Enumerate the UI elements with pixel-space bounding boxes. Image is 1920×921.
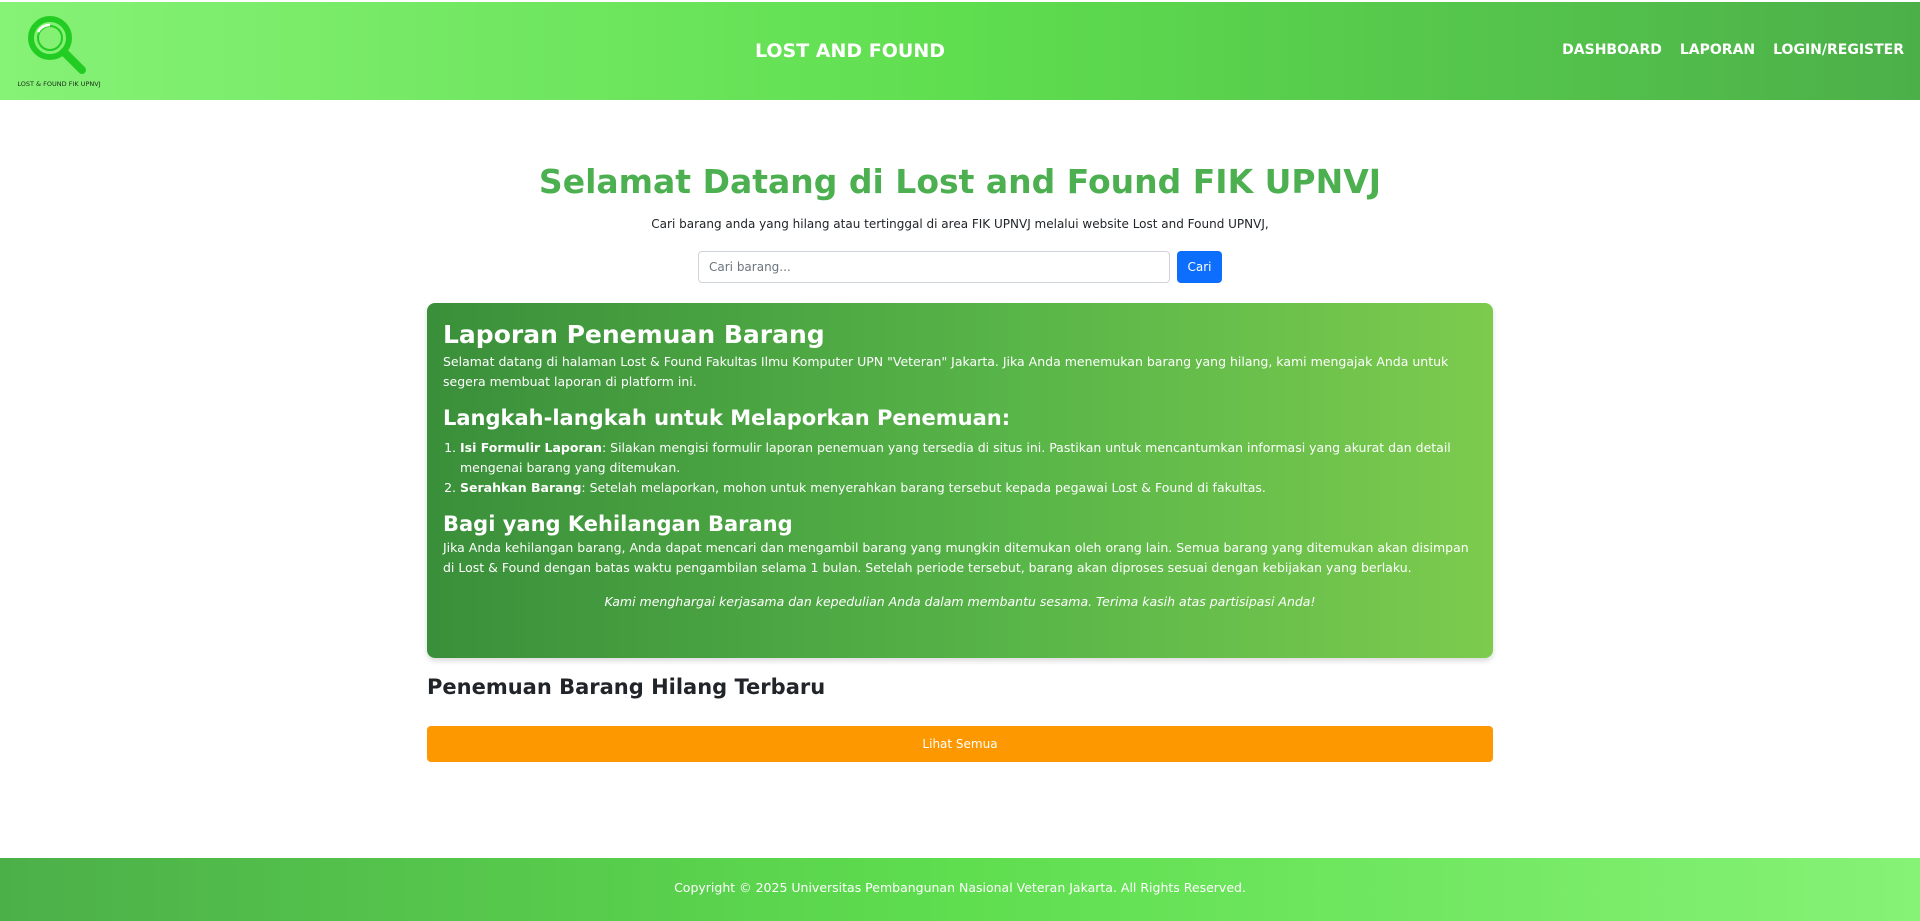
brand-title: LOST AND FOUND xyxy=(754,40,946,62)
thanks-text: Kami menghargai kerjasama dan kepedulian… xyxy=(604,594,1316,610)
lost-text: Jika Anda kehilangan barang, Anda dapat … xyxy=(443,540,1469,576)
step-label: Isi Formulir Laporan xyxy=(460,439,602,455)
nav-laporan-link[interactable]: LAPORAN xyxy=(1680,42,1755,58)
hero: Selamat Datang di Lost and Found FIK UPN… xyxy=(0,162,1920,231)
footer: Copyright © 2025 Universitas Pembangunan… xyxy=(0,858,1920,921)
search-input[interactable] xyxy=(698,251,1170,283)
nav-login-register-link[interactable]: LOGIN/REGISTER xyxy=(1773,42,1904,58)
info-title: Laporan Penemuan Barang xyxy=(443,320,825,349)
info-card: Laporan Penemuan Barang Selamat datang d… xyxy=(427,303,1493,658)
step-text: : Silakan mengisi formulir laporan penem… xyxy=(460,439,1451,475)
navbar: LOST & FOUND FIK UPNVJ LOST AND FOUND DA… xyxy=(0,2,1920,100)
copyright-text: Copyright © 2025 Universitas Pembangunan… xyxy=(674,880,1246,895)
steps-title: Langkah-langkah untuk Melaporkan Penemua… xyxy=(443,405,1011,430)
logo-text: LOST & FOUND FIK UPNVJ xyxy=(17,80,101,88)
step-item: Serahkan Barang: Setelah melaporkan, moh… xyxy=(460,478,1477,498)
step-label: Serahkan Barang xyxy=(460,479,582,495)
lost-title: Bagi yang Kehilangan Barang xyxy=(443,511,793,536)
nav-dashboard-link[interactable]: DASHBOARD xyxy=(1562,42,1662,58)
step-text: : Setelah melaporkan, mohon untuk menyer… xyxy=(581,479,1266,495)
nav-links: DASHBOARD LAPORAN LOGIN/REGISTER xyxy=(1562,42,1904,58)
search-button[interactable]: Cari xyxy=(1177,251,1222,283)
magnifier-icon xyxy=(28,16,86,74)
recent-section-title: Penemuan Barang Hilang Terbaru xyxy=(427,675,826,699)
step-item: Isi Formulir Laporan: Silakan mengisi fo… xyxy=(460,438,1477,478)
search-form: Cari xyxy=(698,251,1222,283)
page-title: Selamat Datang di Lost and Found FIK UPN… xyxy=(538,162,1382,201)
hero-subtitle: Cari barang anda yang hilang atau tertin… xyxy=(651,217,1269,231)
see-all-button[interactable]: Lihat Semua xyxy=(427,726,1493,762)
steps-list: Isi Formulir Laporan: Silakan mengisi fo… xyxy=(443,438,1477,498)
site-logo[interactable]: LOST & FOUND FIK UPNVJ xyxy=(16,12,102,92)
info-intro: Selamat datang di halaman Lost & Found F… xyxy=(443,353,1449,389)
